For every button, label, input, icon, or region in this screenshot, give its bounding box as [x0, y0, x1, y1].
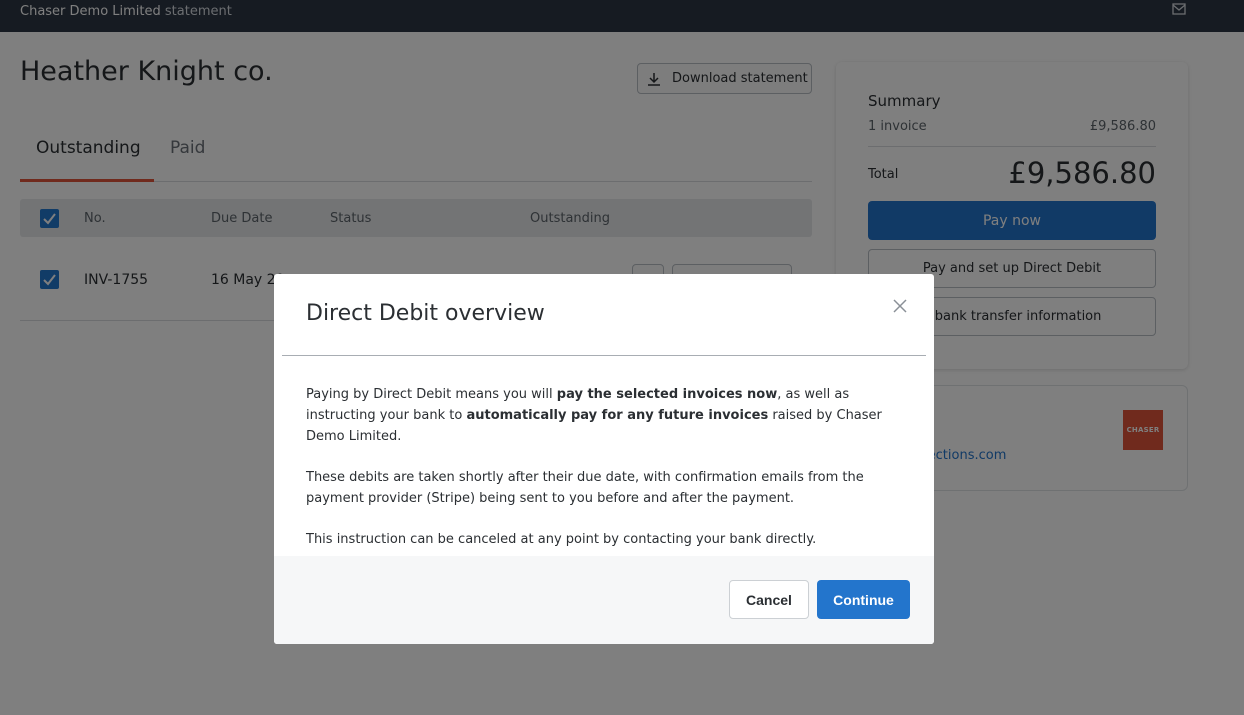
p1-text-a: Paying by Direct Debit means you will [306, 387, 557, 402]
direct-debit-modal: Direct Debit overview Paying by Direct D… [274, 274, 934, 644]
continue-button[interactable]: Continue [817, 580, 910, 619]
modal-body: Paying by Direct Debit means you will pa… [306, 384, 906, 570]
modal-paragraph-3: This instruction can be canceled at any … [306, 532, 817, 547]
p1-emphasis-future: automatically pay for any future invoice… [466, 408, 769, 423]
modal-title: Direct Debit overview [306, 301, 545, 326]
close-icon[interactable] [892, 298, 908, 314]
modal-paragraph-1: Paying by Direct Debit means you will pa… [306, 384, 906, 447]
p1-emphasis-pay-now: pay the selected invoices now [556, 387, 778, 402]
modal-footer: Cancel Continue [274, 556, 934, 644]
cancel-button[interactable]: Cancel [729, 580, 809, 619]
modal-paragraph-2: These debits are taken shortly after the… [306, 470, 864, 506]
modal-divider [282, 355, 926, 356]
